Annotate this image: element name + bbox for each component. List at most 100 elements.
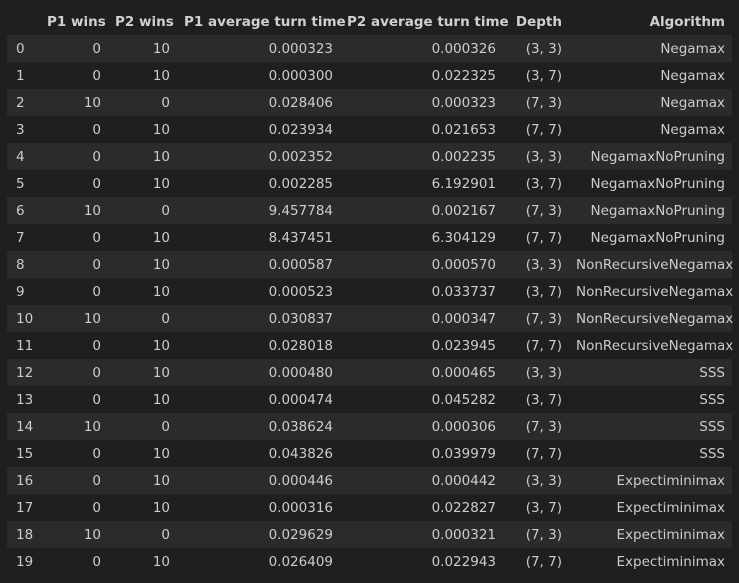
- p2-wins-cell: 0: [161, 94, 170, 111]
- p2-wins-cell: 10: [152, 121, 170, 138]
- p2-avg-turn-time-cell: 0.033737: [431, 283, 496, 300]
- header-depth: Depth: [515, 13, 562, 30]
- table-row: 14 10 0 0.038624 0.000306 (7, 3) SSS: [7, 413, 732, 440]
- table-row: 0 0 10 0.000323 0.000326 (3, 3) Negamax: [7, 35, 732, 62]
- p2-wins-cell: 10: [152, 391, 170, 408]
- row-index: 16: [16, 472, 34, 489]
- depth-cell: (7, 3): [525, 526, 562, 543]
- header-row: P1 wins P2 wins P1 average turn time P2 …: [7, 8, 732, 35]
- p1-wins-cell: 10: [83, 202, 101, 219]
- p1-wins-cell: 0: [92, 445, 101, 462]
- p2-wins-cell: 10: [152, 553, 170, 570]
- row-index: 10: [16, 310, 34, 327]
- depth-cell: (7, 7): [525, 121, 562, 138]
- dataframe-output: P1 wins P2 wins P1 average turn time P2 …: [0, 0, 739, 575]
- p2-avg-turn-time-cell: 0.002235: [431, 148, 496, 165]
- p2-avg-turn-time-cell: 0.022943: [431, 553, 496, 570]
- table-row: 17 0 10 0.000316 0.022827 (3, 7) Expectiminima…: [7, 494, 732, 521]
- p1-wins-cell: 0: [92, 40, 101, 57]
- row-index: 14: [16, 418, 34, 435]
- algorithm-cell: SSS: [699, 418, 725, 435]
- p1-avg-turn-time-cell: 0.026409: [268, 553, 333, 570]
- algorithm-cell: NonRecursiveNegamax: [576, 337, 734, 354]
- row-index: 18: [16, 526, 34, 543]
- algorithm-cell: Expectiminimax: [616, 472, 725, 489]
- p2-avg-turn-time-cell: 0.000323: [431, 94, 496, 111]
- p1-avg-turn-time-cell: 9.457784: [268, 202, 333, 219]
- algorithm-cell: NonRecursiveNegamax: [576, 310, 734, 327]
- header-p2-avg-turn-time: P2 average turn time: [347, 13, 509, 30]
- row-index: 17: [16, 499, 34, 516]
- depth-cell: (3, 3): [525, 256, 562, 273]
- table-row: 6 10 0 9.457784 0.002167 (7, 3) NegamaxNoPruni…: [7, 197, 732, 224]
- depth-cell: (7, 3): [525, 94, 562, 111]
- p1-wins-cell: 0: [92, 364, 101, 381]
- algorithm-cell: NonRecursiveNegamax: [576, 256, 734, 273]
- p2-avg-turn-time-cell: 0.039979: [431, 445, 496, 462]
- algorithm-cell: Expectiminimax: [616, 499, 725, 516]
- depth-cell: (7, 7): [525, 553, 562, 570]
- p1-wins-cell: 0: [92, 256, 101, 273]
- p2-wins-cell: 10: [152, 148, 170, 165]
- p1-avg-turn-time-cell: 0.000523: [268, 283, 333, 300]
- p1-wins-cell: 10: [83, 418, 101, 435]
- p2-avg-turn-time-cell: 0.045282: [431, 391, 496, 408]
- p1-avg-turn-time-cell: 0.028406: [268, 94, 333, 111]
- row-index: 1: [16, 67, 25, 84]
- p1-wins-cell: 0: [92, 175, 101, 192]
- depth-cell: (3, 7): [525, 499, 562, 516]
- table-row: 19 0 10 0.026409 0.022943 (7, 7) Expectiminima…: [7, 548, 732, 575]
- results-table: P1 wins P2 wins P1 average turn time P2 …: [7, 8, 734, 575]
- p2-wins-cell: 10: [152, 445, 170, 462]
- row-index: 7: [16, 229, 25, 246]
- algorithm-cell: Negamax: [660, 121, 725, 138]
- algorithm-cell: NegamaxNoPruning: [590, 175, 725, 192]
- depth-cell: (3, 7): [525, 283, 562, 300]
- depth-cell: (7, 7): [525, 445, 562, 462]
- p2-wins-cell: 10: [152, 337, 170, 354]
- p2-wins-cell: 10: [152, 67, 170, 84]
- algorithm-cell: Expectiminimax: [616, 553, 725, 570]
- algorithm-cell: SSS: [699, 445, 725, 462]
- row-index: 9: [16, 283, 25, 300]
- p2-avg-turn-time-cell: 0.000442: [431, 472, 496, 489]
- algorithm-cell: Negamax: [660, 67, 725, 84]
- p2-avg-turn-time-cell: 0.023945: [431, 337, 496, 354]
- depth-cell: (7, 3): [525, 418, 562, 435]
- p1-wins-cell: 0: [92, 283, 101, 300]
- table-row: 15 0 10 0.043826 0.039979 (7, 7) SSS: [7, 440, 732, 467]
- p1-avg-turn-time-cell: 0.000316: [268, 499, 333, 516]
- p1-wins-cell: 0: [92, 337, 101, 354]
- p2-avg-turn-time-cell: 0.000306: [431, 418, 496, 435]
- row-index: 6: [16, 202, 25, 219]
- table-row: 2 10 0 0.028406 0.000323 (7, 3) Negamax: [7, 89, 732, 116]
- p2-avg-turn-time-cell: 0.002167: [431, 202, 496, 219]
- depth-cell: (7, 3): [525, 202, 562, 219]
- p1-avg-turn-time-cell: 0.029629: [268, 526, 333, 543]
- algorithm-cell: NegamaxNoPruning: [590, 202, 725, 219]
- algorithm-cell: NonRecursiveNegamax: [576, 283, 734, 300]
- row-index: 11: [16, 337, 34, 354]
- p2-avg-turn-time-cell: 0.022827: [431, 499, 496, 516]
- p2-wins-cell: 10: [152, 472, 170, 489]
- p2-avg-turn-time-cell: 0.000465: [431, 364, 496, 381]
- algorithm-cell: Negamax: [660, 94, 725, 111]
- p2-wins-cell: 0: [161, 526, 170, 543]
- table-row: 18 10 0 0.029629 0.000321 (7, 3) Expectiminima…: [7, 521, 732, 548]
- row-index: 8: [16, 256, 25, 273]
- p1-avg-turn-time-cell: 8.437451: [268, 229, 333, 246]
- p1-wins-cell: 0: [92, 121, 101, 138]
- p2-wins-cell: 10: [152, 229, 170, 246]
- header-p1-avg-turn-time: P1 average turn time: [184, 13, 346, 30]
- p1-wins-cell: 10: [83, 526, 101, 543]
- p2-wins-cell: 10: [152, 499, 170, 516]
- header-p2-wins: P2 wins: [115, 13, 174, 30]
- table-row: 11 0 10 0.028018 0.023945 (7, 7) NonRecursiveN…: [7, 332, 734, 359]
- depth-cell: (7, 7): [525, 229, 562, 246]
- p1-wins-cell: 10: [83, 310, 101, 327]
- p1-avg-turn-time-cell: 0.023934: [268, 121, 333, 138]
- header-index: [7, 8, 40, 35]
- p2-avg-turn-time-cell: 6.304129: [431, 229, 496, 246]
- row-index: 5: [16, 175, 25, 192]
- table-row: 3 0 10 0.023934 0.021653 (7, 7) Negamax: [7, 116, 732, 143]
